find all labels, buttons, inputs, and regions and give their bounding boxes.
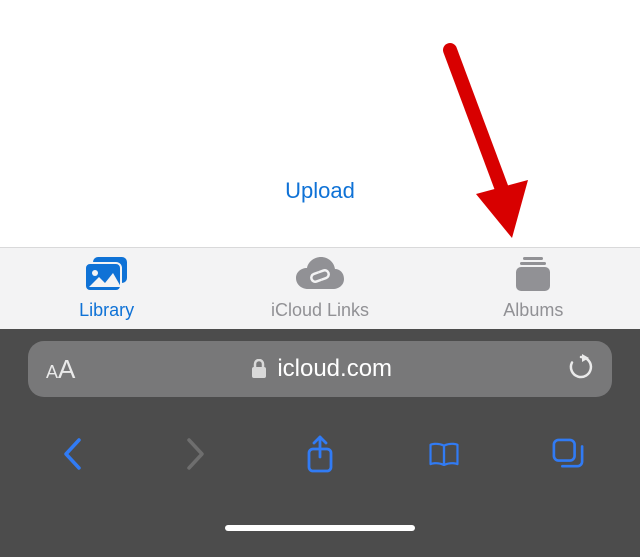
text-size-button[interactable]: AA [46,354,75,385]
tabs-button[interactable] [552,438,584,470]
share-button[interactable] [304,438,336,470]
tab-library[interactable]: Library [0,248,213,329]
chevron-left-icon [61,437,83,471]
forward-button [180,438,212,470]
reload-button[interactable] [568,354,594,385]
home-indicator[interactable] [225,525,415,531]
address-bar-container: AA icloud.com [0,329,640,409]
tabs-icon [552,437,584,471]
bookmarks-button[interactable] [428,438,460,470]
reload-icon [568,354,594,380]
address-bar[interactable]: AA icloud.com [28,341,612,397]
annotation-arrow [420,40,530,250]
address-text: icloud.com [277,355,392,383]
tab-label: Library [79,300,134,321]
browser-toolbar [0,409,640,499]
chevron-right-icon [185,437,207,471]
tab-label: iCloud Links [271,300,369,321]
book-icon [428,439,460,469]
photos-library-icon [85,257,129,296]
address-display[interactable]: icloud.com [87,355,556,383]
home-indicator-area [0,499,640,557]
tab-bar: Library iCloud Links [0,247,640,329]
back-button[interactable] [56,438,88,470]
share-icon [305,435,335,473]
lock-icon [251,359,267,379]
cloud-link-icon [295,257,345,296]
albums-stack-icon [514,257,552,296]
tab-label: Albums [503,300,563,321]
content-area: Upload [0,0,640,247]
tab-albums[interactable]: Albums [427,248,640,329]
upload-button[interactable]: Upload [285,178,355,204]
tab-icloud-links[interactable]: iCloud Links [213,248,426,329]
